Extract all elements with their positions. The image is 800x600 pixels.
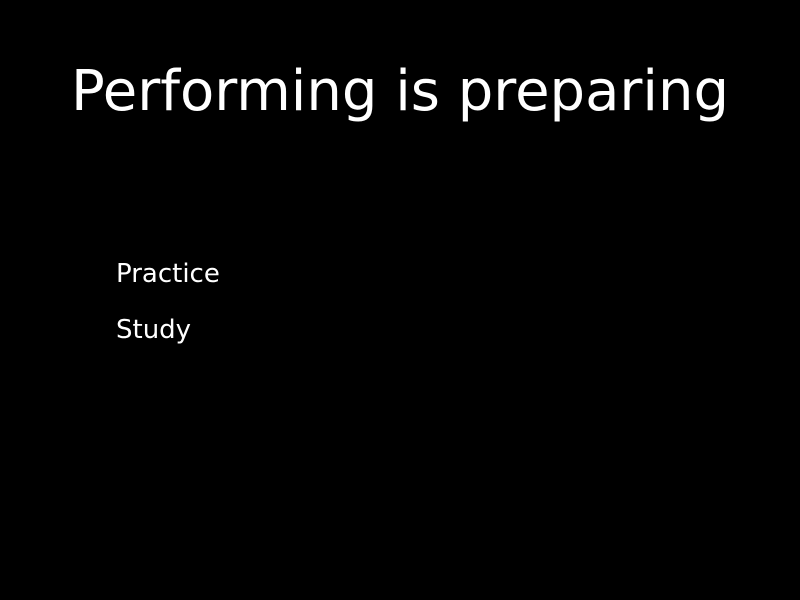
slide-title: Performing is preparing xyxy=(70,59,730,124)
bullet-item-practice: Practice xyxy=(116,259,220,289)
bullet-item-study: Study xyxy=(116,315,192,345)
bullet-list: Practice Study xyxy=(116,254,220,366)
presentation-slide: Performing is preparing Practice Study xyxy=(0,0,800,600)
